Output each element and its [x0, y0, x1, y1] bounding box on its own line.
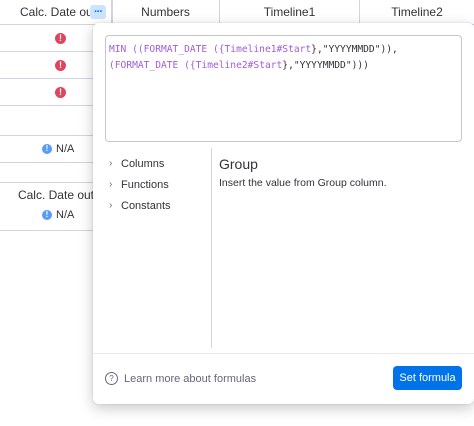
menu-item-label: Functions — [121, 178, 169, 191]
chevron-right-icon: › — [109, 200, 113, 211]
column-header-timeline2[interactable]: Timeline2 — [360, 0, 474, 24]
formula-editor[interactable]: MIN ((FORMAT_DATE ({Timeline1#Start},"YY… — [105, 35, 462, 142]
formula-line-1: MIN ((FORMAT_DATE ({Timeline1#Start},"YY… — [109, 42, 458, 58]
column-separator — [112, 0, 113, 24]
menu-item-label: Columns — [121, 157, 165, 170]
question-icon: ? — [105, 372, 118, 385]
menu-item-constants[interactable]: › Constants — [109, 195, 209, 216]
formula-menu: › Columns › Functions › Constants — [109, 153, 209, 216]
column-header-numbers[interactable]: Numbers — [112, 0, 220, 24]
column-header-label: Numbers — [141, 5, 190, 19]
set-formula-button[interactable]: Set formula — [393, 366, 462, 390]
formula-token: },"YYYYMMDD")), — [311, 44, 398, 55]
alert-icon[interactable]: ! — [55, 87, 66, 98]
menu-item-label: Constants — [121, 199, 171, 212]
help-link-label: Learn more about formulas — [124, 372, 257, 385]
column-header-label: Timeline1 — [263, 5, 316, 19]
column-header-label: Calc. Date out — [20, 5, 97, 19]
alert-icon[interactable]: ! — [55, 33, 66, 44]
formula-token: ({ — [178, 60, 196, 71]
formula-token: FORMAT_DATE — [114, 60, 179, 71]
formula-token: MIN (( — [109, 44, 144, 55]
chevron-right-icon: › — [109, 158, 113, 169]
formula-token: FORMAT_DATE — [143, 44, 208, 55]
info-icon: ! — [42, 144, 52, 154]
na-text: N/A — [56, 209, 75, 221]
more-dots-icon[interactable]: ··· — [90, 5, 106, 19]
column-header-timeline1[interactable]: Timeline1 — [220, 0, 360, 24]
info-icon: ! — [42, 210, 52, 220]
detail-description: Insert the value from Group column. — [219, 177, 387, 189]
summary-cell[interactable]: ! N/A — [42, 143, 74, 155]
group-column-header-label: Calc. Date out — [17, 188, 95, 202]
menu-item-columns[interactable]: › Columns — [109, 153, 209, 174]
footer-divider — [93, 353, 474, 354]
formula-popup: MIN ((FORMAT_DATE ({Timeline1#Start},"YY… — [93, 23, 474, 404]
detail-title: Group — [219, 156, 258, 172]
formula-token: ({ — [207, 44, 225, 55]
formula-line-2: (FORMAT_DATE ({Timeline2#Start},"YYYYMMD… — [109, 58, 458, 74]
table-header: Calc. Date out ··· Numbers Timeline1 Tim… — [0, 0, 474, 25]
summary-cell[interactable]: ! N/A — [42, 209, 74, 221]
alert-icon[interactable]: ! — [55, 60, 66, 71]
formula-token: },"YYYYMMDD"))) — [282, 60, 369, 71]
formula-token: Timeline1#Start — [224, 44, 312, 55]
formula-token: Timeline2#Start — [195, 60, 283, 71]
chevron-right-icon: › — [109, 179, 113, 190]
help-link[interactable]: ? Learn more about formulas — [105, 372, 256, 385]
panel-divider — [211, 148, 212, 348]
na-text: N/A — [56, 143, 75, 155]
column-header-label: Timeline2 — [391, 5, 443, 19]
menu-item-functions[interactable]: › Functions — [109, 174, 209, 195]
